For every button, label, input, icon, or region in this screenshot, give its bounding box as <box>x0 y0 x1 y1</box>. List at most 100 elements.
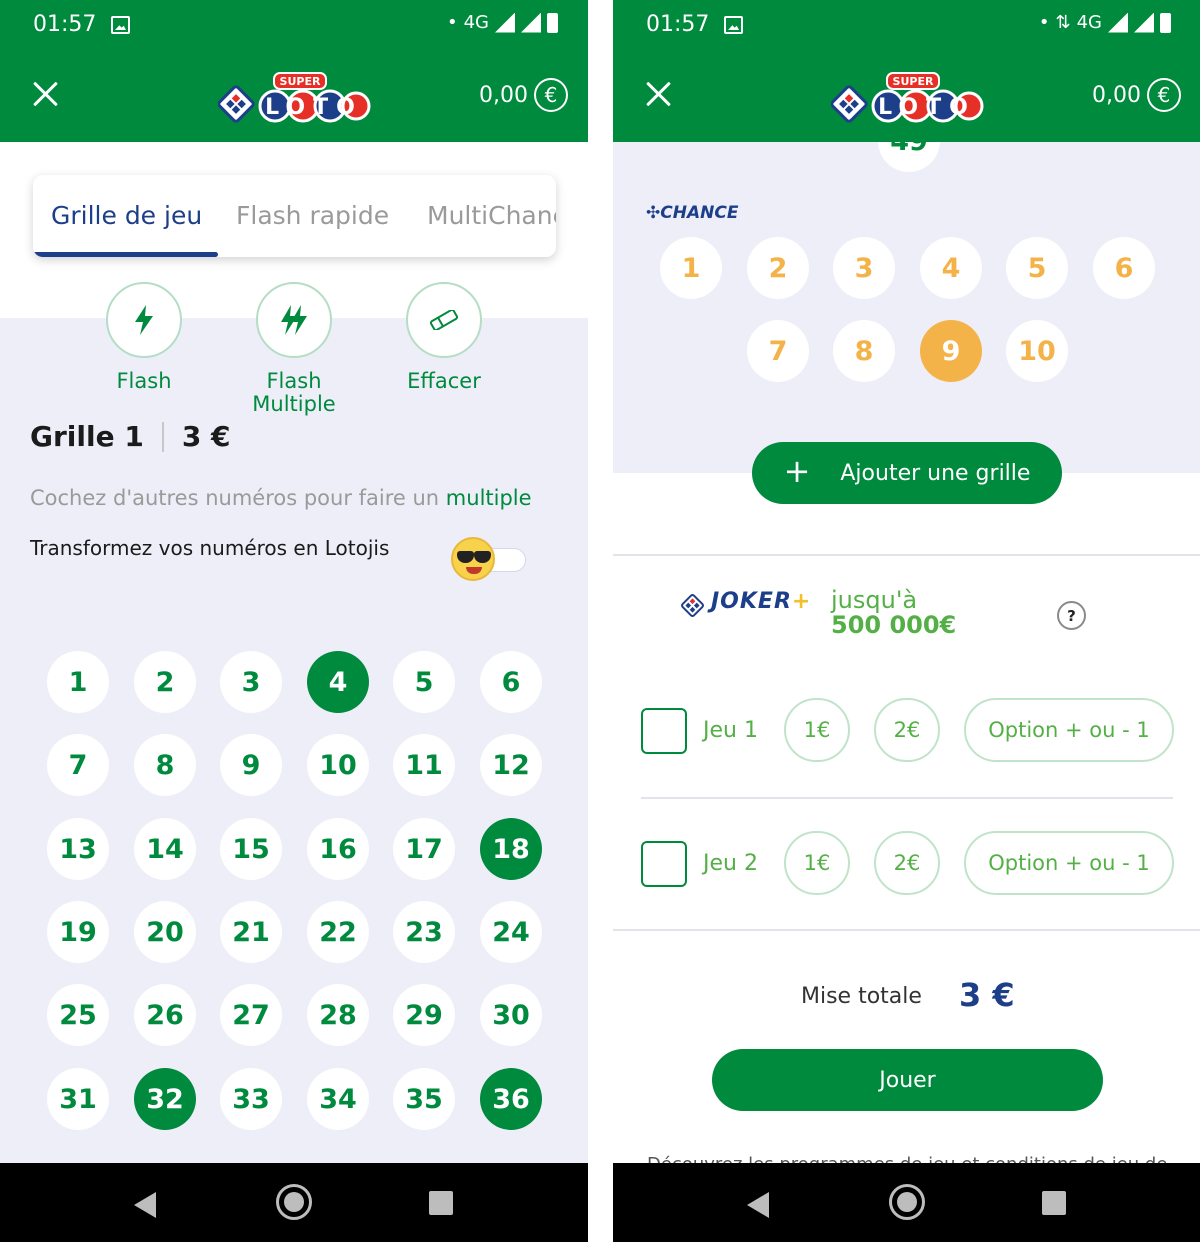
number-ball-33[interactable]: 33 <box>220 1068 282 1130</box>
number-ball-7[interactable]: 7 <box>47 734 109 796</box>
number-ball-28[interactable]: 28 <box>307 984 369 1046</box>
signal-icon <box>1134 12 1154 33</box>
logo-loto-text: LOTO <box>265 95 363 120</box>
jeu-1-2eur-button[interactable]: 2€ <box>874 698 940 762</box>
number-ball-20[interactable]: 20 <box>134 901 196 963</box>
back-icon[interactable] <box>747 1192 769 1218</box>
close-icon[interactable] <box>645 80 673 108</box>
home-icon[interactable] <box>889 1184 925 1220</box>
number-ball-32[interactable]: 32 <box>134 1068 196 1130</box>
divider <box>161 421 164 452</box>
chance-ball-9[interactable]: 9 <box>920 320 982 382</box>
active-tab-indicator <box>33 252 218 257</box>
number-ball-31[interactable]: 31 <box>47 1068 109 1130</box>
number-ball-21[interactable]: 21 <box>220 901 282 963</box>
chance-ball-8[interactable]: 8 <box>833 320 895 382</box>
jeu-1-1eur-button[interactable]: 1€ <box>784 698 850 762</box>
logo-super-text: SUPER <box>280 75 321 88</box>
back-icon[interactable] <box>134 1192 156 1218</box>
number-ball-17[interactable]: 17 <box>393 818 455 880</box>
recent-apps-icon[interactable] <box>429 1191 453 1215</box>
flash-multiple-button[interactable]: Flash Multiple <box>229 282 359 416</box>
number-ball-14[interactable]: 14 <box>134 818 196 880</box>
number-ball-22[interactable]: 22 <box>307 901 369 963</box>
tab-flash-rapide[interactable]: Flash rapide <box>236 201 389 230</box>
number-ball-19[interactable]: 19 <box>47 901 109 963</box>
super-loto-logo: SUPER LOTO <box>218 72 371 123</box>
flash-button[interactable]: Flash <box>79 282 209 393</box>
number-ball-35[interactable]: 35 <box>393 1068 455 1130</box>
grid-name: Grille 1 <box>30 420 144 453</box>
chance-logo: ✣CHANCE <box>646 203 738 223</box>
eraser-icon <box>406 282 482 358</box>
super-loto-logo: SUPER LOTO <box>831 72 984 123</box>
number-ball-5[interactable]: 5 <box>393 651 455 713</box>
number-ball-12[interactable]: 12 <box>480 734 542 796</box>
chance-ball-1[interactable]: 1 <box>660 237 722 299</box>
recent-apps-icon[interactable] <box>1042 1191 1066 1215</box>
sunglasses-emoji-icon[interactable] <box>451 537 495 581</box>
glass-icon <box>457 551 474 563</box>
home-icon[interactable] <box>276 1184 312 1220</box>
signal-icon <box>1108 12 1128 33</box>
chance-ball-3[interactable]: 3 <box>833 237 895 299</box>
network-label: 4G <box>463 12 489 33</box>
number-ball-8[interactable]: 8 <box>134 734 196 796</box>
effacer-label: Effacer <box>407 369 481 393</box>
number-ball-36[interactable]: 36 <box>480 1068 542 1130</box>
chance-ball-6[interactable]: 6 <box>1093 237 1155 299</box>
number-ball-18[interactable]: 18 <box>480 818 542 880</box>
divider <box>641 797 1173 799</box>
jeu-2-label: Jeu 2 <box>703 851 758 876</box>
jeu-2-1eur-button[interactable]: 1€ <box>784 831 850 895</box>
jeu-2-checkbox[interactable] <box>641 841 687 887</box>
hint-text: Cochez d'autres numéros pour faire un <box>30 486 446 510</box>
lotoji-label: Transformez vos numéros en Lotojis <box>30 536 390 560</box>
add-grid-button[interactable]: + Ajouter une grille <box>752 442 1062 504</box>
number-ball-10[interactable]: 10 <box>307 734 369 796</box>
number-ball-24[interactable]: 24 <box>480 901 542 963</box>
jeu-2-2eur-button[interactable]: 2€ <box>874 831 940 895</box>
jeu-1-option-button[interactable]: Option + ou - 1 <box>964 698 1174 762</box>
number-ball-1[interactable]: 1 <box>47 651 109 713</box>
chance-ball-10[interactable]: 10 <box>1006 320 1068 382</box>
tab-multichance[interactable]: MultiChance <box>427 201 556 230</box>
number-ball-26[interactable]: 26 <box>134 984 196 1046</box>
effacer-button[interactable]: Effacer <box>379 282 509 393</box>
chance-area <box>613 142 1200 473</box>
number-ball-23[interactable]: 23 <box>393 901 455 963</box>
number-ball-11[interactable]: 11 <box>393 734 455 796</box>
number-ball-2[interactable]: 2 <box>134 651 196 713</box>
image-notification-icon <box>111 16 130 34</box>
help-icon[interactable]: ? <box>1057 601 1086 630</box>
tab-grille-de-jeu[interactable]: Grille de jeu <box>51 201 202 230</box>
number-ball-4[interactable]: 4 <box>307 651 369 713</box>
mise-totale-value: 3 € <box>959 976 1015 1014</box>
divider <box>613 554 1200 556</box>
number-ball-25[interactable]: 25 <box>47 984 109 1046</box>
number-ball-9[interactable]: 9 <box>220 734 282 796</box>
number-ball-16[interactable]: 16 <box>307 818 369 880</box>
balance[interactable]: 0,00 € <box>479 78 568 112</box>
number-ball-13[interactable]: 13 <box>47 818 109 880</box>
number-ball-34[interactable]: 34 <box>307 1068 369 1130</box>
chance-ball-7[interactable]: 7 <box>747 320 809 382</box>
network-label: 4G <box>1076 12 1102 33</box>
jeu-1-checkbox[interactable] <box>641 708 687 754</box>
mouth-icon <box>466 567 482 574</box>
number-ball-6[interactable]: 6 <box>480 651 542 713</box>
close-icon[interactable] <box>32 80 60 108</box>
number-ball-29[interactable]: 29 <box>393 984 455 1046</box>
jeu-2-option-button[interactable]: Option + ou - 1 <box>964 831 1174 895</box>
chance-ball-5[interactable]: 5 <box>1006 237 1068 299</box>
balance[interactable]: 0,00 € <box>1092 78 1181 112</box>
number-ball-30[interactable]: 30 <box>480 984 542 1046</box>
multiple-link[interactable]: multiple <box>446 486 532 510</box>
chance-ball-2[interactable]: 2 <box>747 237 809 299</box>
number-ball-27[interactable]: 27 <box>220 984 282 1046</box>
number-ball-3[interactable]: 3 <box>220 651 282 713</box>
chance-ball-4[interactable]: 4 <box>920 237 982 299</box>
number-ball-15[interactable]: 15 <box>220 818 282 880</box>
jouer-button[interactable]: Jouer <box>712 1049 1103 1111</box>
flash-multiple-label: Flash Multiple <box>252 369 336 416</box>
